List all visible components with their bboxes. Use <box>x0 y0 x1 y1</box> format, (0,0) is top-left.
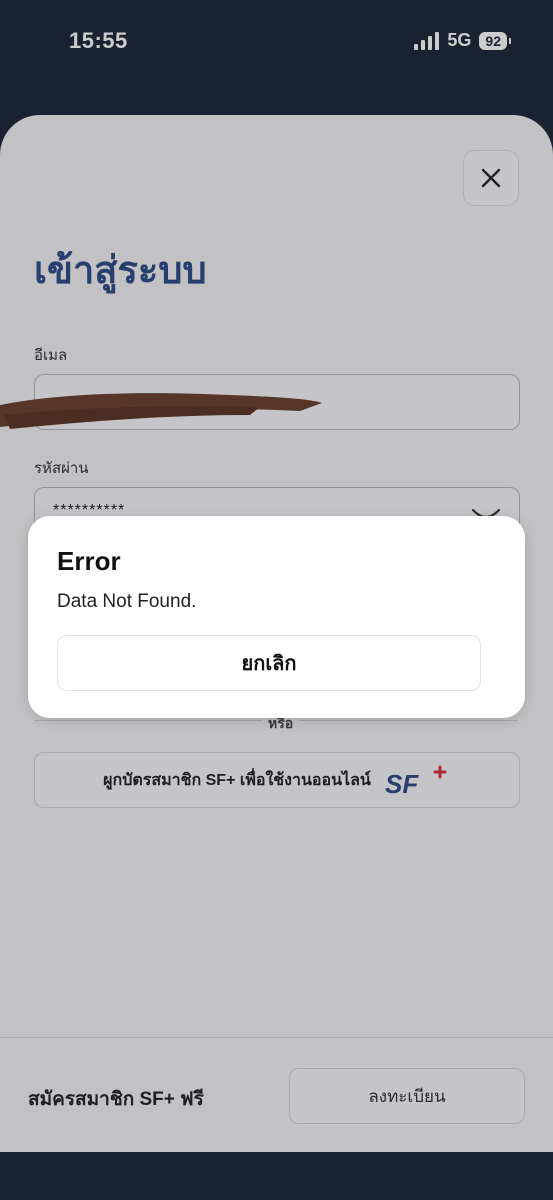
error-message: Data Not Found. <box>57 591 197 612</box>
cancel-button[interactable]: ยกเลิก <box>57 635 481 691</box>
error-dialog: Error Data Not Found. ยกเลิก <box>28 516 525 718</box>
error-title: Error <box>57 546 121 576</box>
